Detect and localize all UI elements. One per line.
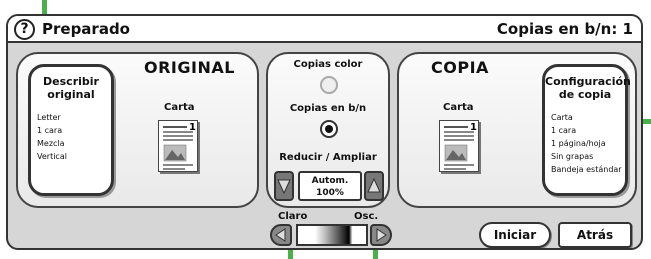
zoom-decrease-button[interactable]: [274, 171, 294, 201]
original-setting-orientation: Vertical: [37, 152, 67, 161]
lighter-button[interactable]: [270, 224, 292, 246]
copy-settings-label: Configuración de copia: [545, 75, 631, 101]
original-setting-paper: Letter: [37, 113, 61, 122]
zoom-percent-text: 100%: [316, 188, 344, 198]
copy-setting-sides: 1 cara: [551, 126, 577, 135]
original-setting-sides: 1 cara: [37, 126, 63, 135]
copy-setting-staple: Sin grapas: [551, 152, 594, 161]
help-icon[interactable]: ?: [14, 19, 35, 40]
color-copies-label: Copias color: [293, 59, 363, 70]
lighter-label: Claro: [278, 211, 308, 222]
bw-copies-label: Copias en b/n: [289, 103, 367, 114]
control-panel-screen: ? Preparado Copias en b/n: 1 Describir o…: [6, 14, 643, 250]
copy-setting-pages-per-sheet: 1 página/hoja: [551, 139, 606, 148]
darker-label: Osc.: [354, 211, 379, 222]
copy-panel-title: COPIA: [431, 58, 489, 77]
copy-paper-label: Carta: [443, 102, 474, 113]
copy-settings-button[interactable]: Configuración de copia Carta 1 cara 1 pá…: [542, 64, 631, 196]
original-page-icon: 1: [158, 120, 198, 172]
bw-copies-radio[interactable]: [320, 120, 338, 138]
copy-panel: COPIA Carta 1 Configuración de copia Car…: [397, 52, 637, 208]
darker-button[interactable]: [370, 224, 392, 246]
copy-setting-tray: Bandeja estándar: [551, 165, 622, 174]
copy-setting-paper: Carta: [551, 113, 573, 122]
copy-settings-list: Carta 1 cara 1 página/hoja Sin grapas Ba…: [551, 111, 625, 176]
svg-text:1: 1: [470, 122, 477, 133]
zoom-value-display[interactable]: Autom. 100%: [298, 171, 362, 201]
zoom-mode-text: Autom.: [311, 176, 349, 186]
zoom-label: Reducir / Ampliar: [279, 152, 377, 163]
title-bar: ? Preparado Copias en b/n: 1: [8, 16, 641, 43]
copy-page-icon: 1: [439, 120, 479, 172]
density-scale: [296, 224, 368, 246]
describe-original-label: Describir original: [43, 75, 99, 101]
original-setting-mix: Mezcla: [37, 139, 65, 148]
back-button[interactable]: Atrás: [558, 222, 632, 248]
color-copies-radio[interactable]: [320, 76, 338, 94]
describe-original-button[interactable]: Describir original Letter 1 cara Mezcla …: [28, 64, 114, 196]
original-settings-list: Letter 1 cara Mezcla Vertical: [37, 111, 111, 163]
copy-count: Copias en b/n: 1: [496, 20, 633, 38]
zoom-increase-button[interactable]: [364, 171, 384, 201]
original-panel: Describir original Letter 1 cara Mezcla …: [16, 52, 259, 208]
copy-mode-panel: Copias color Copias en b/n Reducir / Amp…: [266, 52, 390, 208]
svg-text:1: 1: [189, 122, 196, 133]
status-text: Preparado: [42, 20, 130, 38]
original-paper-label: Carta: [164, 102, 195, 113]
original-panel-title: ORIGINAL: [144, 58, 235, 77]
start-button[interactable]: Iniciar: [479, 222, 551, 248]
